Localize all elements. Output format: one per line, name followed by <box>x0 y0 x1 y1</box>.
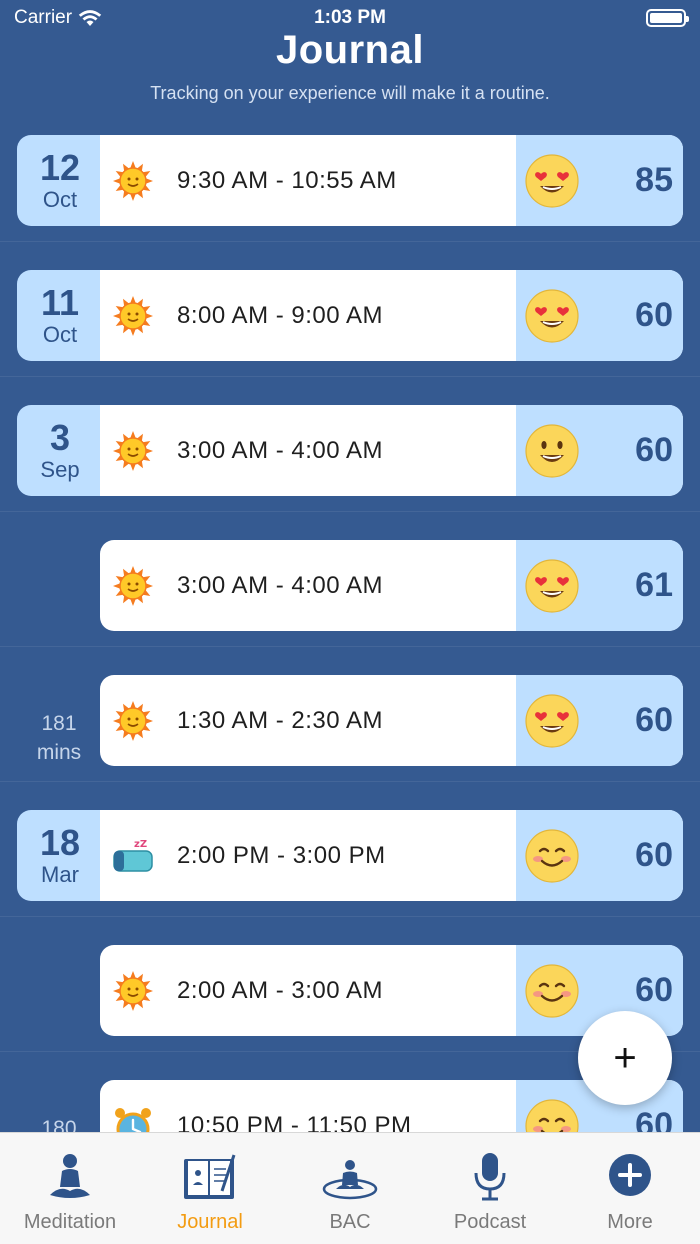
entry-score: 60 <box>635 701 673 739</box>
entry-time-range: 1:30 AM - 2:30 AM <box>177 706 383 734</box>
bac-meditation-icon <box>322 1151 378 1203</box>
sleep-pillow-icon: zZ <box>110 833 156 879</box>
row-separator <box>0 511 700 512</box>
header: Journal Tracking on your experience will… <box>0 28 700 104</box>
add-entry-button[interactable]: + <box>578 1011 672 1105</box>
entry-score: 60 <box>635 971 673 1009</box>
entry-score: 61 <box>635 566 673 604</box>
entry-date-month: Sep <box>40 456 80 482</box>
entry-time-range: 3:00 AM - 4:00 AM <box>177 571 383 599</box>
row-separator <box>0 241 700 242</box>
tab-label: Journal <box>177 1211 243 1233</box>
entry-mood: 85 <box>516 135 683 226</box>
journal-list[interactable]: 12 Oct 9:30 AM - 10:55 AM 85 11 Oct 8:00 AM - … <box>0 135 700 1132</box>
entry-duration: 180 mins <box>41 1117 77 1132</box>
tab-podcast[interactable]: Podcast <box>420 1133 560 1244</box>
page-title: Journal <box>276 28 424 72</box>
entry-time-range: 10:50 PM - 11:50 PM <box>177 1111 412 1133</box>
tab-journal[interactable]: Journal <box>140 1133 280 1244</box>
entry-card[interactable]: zZ 2:00 PM - 3:00 PM 60 <box>100 810 683 901</box>
entry-card[interactable]: 1:30 AM - 2:30 AM 60 <box>100 675 683 766</box>
sun-icon <box>110 428 156 474</box>
journal-entry-row[interactable]: 12 Oct 9:30 AM - 10:55 AM 85 <box>0 135 700 270</box>
wifi-icon <box>78 10 102 26</box>
blushing-smile-face-icon <box>524 828 580 884</box>
entry-score: 60 <box>635 296 673 334</box>
entry-mood: 60 <box>516 405 683 496</box>
sun-icon <box>110 698 156 744</box>
carrier-label: Carrier <box>14 7 73 28</box>
entry-date-month: Mar <box>41 861 79 887</box>
entry-score: 60 <box>635 431 673 469</box>
heart-eyes-face-icon <box>524 558 580 614</box>
row-separator <box>0 781 700 782</box>
status-left: Carrier <box>14 7 102 29</box>
blushing-smile-face-icon <box>524 963 580 1019</box>
journal-entry-row[interactable]: 18 Mar zZ 2:00 PM - 3:00 PM 60 <box>0 810 700 945</box>
heart-eyes-face-icon <box>524 153 580 209</box>
entry-date-day: 18 <box>39 821 81 863</box>
entry-card[interactable]: 8:00 AM - 9:00 AM 60 <box>100 270 683 361</box>
alarm-clock-icon <box>110 1103 156 1132</box>
entry-date-day: 3 <box>49 416 71 458</box>
battery-icon <box>646 9 689 27</box>
entry-date-day: 11 <box>40 281 80 323</box>
tab-label: More <box>607 1211 653 1233</box>
sun-icon <box>110 563 156 609</box>
entry-date-month: Oct <box>42 321 78 347</box>
tab-label: Meditation <box>23 1211 117 1233</box>
tab-label: Podcast <box>453 1211 527 1233</box>
row-separator <box>0 646 700 647</box>
row-separator <box>0 916 700 917</box>
heart-eyes-face-icon <box>524 693 580 749</box>
tab-bac[interactable]: BAC <box>280 1133 420 1244</box>
entry-card[interactable]: 9:30 AM - 10:55 AM 85 <box>100 135 683 226</box>
entry-mood: 60 <box>516 270 683 361</box>
entry-date: 11 Oct <box>17 270 103 361</box>
meditation-person-icon <box>42 1151 98 1203</box>
plus-icon: + <box>613 1035 637 1080</box>
journal-entry-row[interactable]: 181 mins 1:30 AM - 2:30 AM 60 <box>0 675 700 810</box>
blushing-smile-face-icon <box>524 1098 580 1132</box>
status-time: 1:03 PM <box>314 7 386 28</box>
journal-entry-row[interactable]: 11 Oct 8:00 AM - 9:00 AM 60 <box>0 270 700 405</box>
sun-icon <box>110 293 156 339</box>
entry-mood: 60 <box>516 810 683 901</box>
sun-icon <box>110 158 156 204</box>
plus-circle-icon <box>602 1151 658 1203</box>
entry-date-month: Oct <box>42 186 78 212</box>
entry-score: 85 <box>635 161 673 199</box>
entry-date: 3 Sep <box>17 405 103 496</box>
entry-mood: 60 <box>516 675 683 766</box>
entry-time-range: 3:00 AM - 4:00 AM <box>177 436 383 464</box>
row-separator <box>0 376 700 377</box>
entry-time-range: 8:00 AM - 9:00 AM <box>177 301 383 329</box>
tab-more[interactable]: More <box>560 1133 700 1244</box>
entry-card[interactable]: 3:00 AM - 4:00 AM 60 <box>100 405 683 496</box>
entry-card[interactable]: 3:00 AM - 4:00 AM 61 <box>100 540 683 631</box>
entry-mood: 61 <box>516 540 683 631</box>
journal-entry-row[interactable]: 3 Sep 3:00 AM - 4:00 AM 60 <box>0 405 700 540</box>
entry-score: 60 <box>635 836 673 874</box>
heart-eyes-face-icon <box>524 288 580 344</box>
journal-entry-row[interactable]: 3:00 AM - 4:00 AM 61 <box>0 540 700 675</box>
entry-time-range: 2:00 AM - 3:00 AM <box>177 976 383 1004</box>
entry-duration: 181 mins <box>36 712 82 764</box>
tab-label: BAC <box>329 1211 371 1233</box>
svg-text:zZ: zZ <box>134 839 147 850</box>
journal-book-icon <box>182 1151 238 1203</box>
entry-score: 60 <box>635 1106 673 1132</box>
entry-date-day: 12 <box>39 146 81 188</box>
page-subtitle: Tracking on your experience will make it… <box>150 83 550 103</box>
entry-time-range: 9:30 AM - 10:55 AM <box>177 166 397 194</box>
sun-icon <box>110 968 156 1014</box>
grinning-face-icon <box>524 423 580 479</box>
tab-meditation[interactable]: Meditation <box>0 1133 140 1244</box>
entry-date: 18 Mar <box>17 810 103 901</box>
tab-bar: Meditation Journal BAC Podcast More <box>0 1132 700 1244</box>
entry-time-range: 2:00 PM - 3:00 PM <box>177 841 386 869</box>
entry-date: 12 Oct <box>17 135 103 226</box>
microphone-icon <box>462 1151 518 1203</box>
